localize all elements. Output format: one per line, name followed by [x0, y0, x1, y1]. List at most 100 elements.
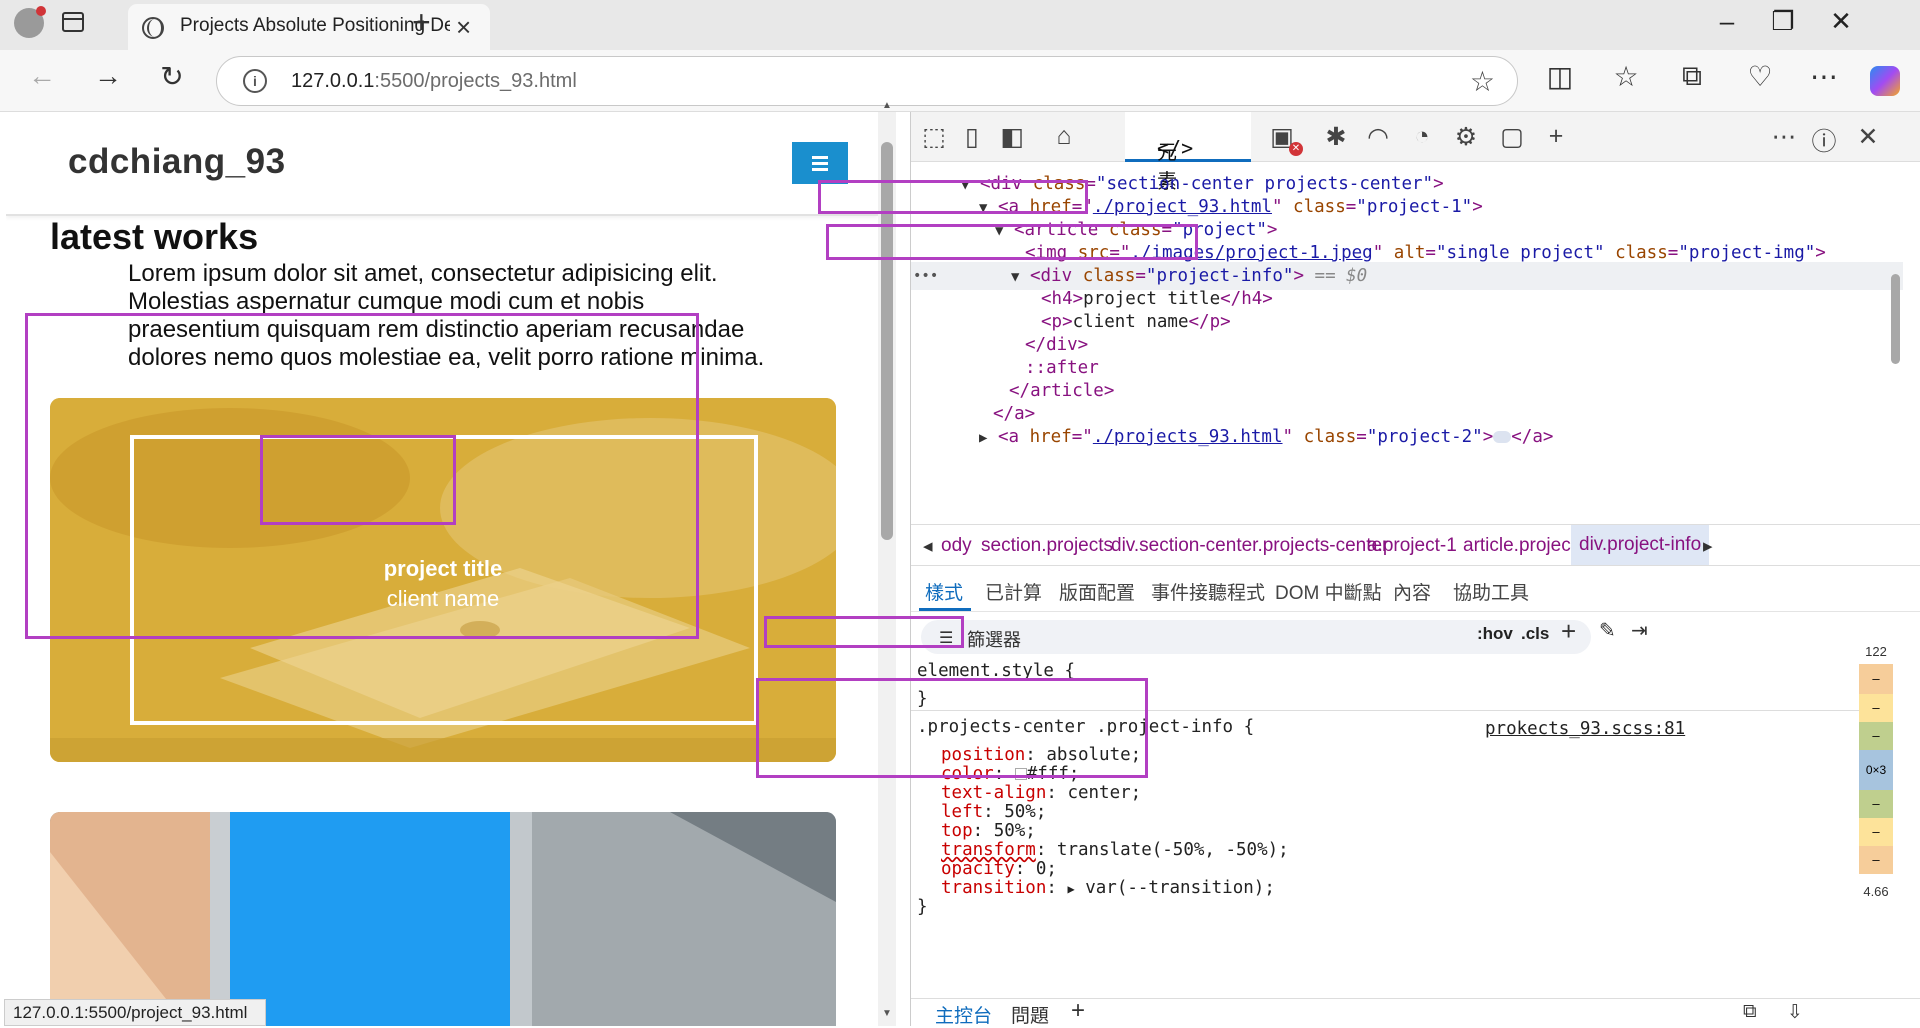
minimize-icon[interactable]: –	[1702, 6, 1752, 37]
tab-styles[interactable]: 樣式	[925, 578, 963, 605]
breadcrumb-prev-icon[interactable]: ◂	[923, 535, 933, 558]
breadcrumb-item[interactable]: div.section-center.projects-center	[1111, 535, 1388, 557]
dom-line[interactable]: ▶ <a href="./projects_93.html" class="pr…	[979, 423, 1553, 451]
tab-dom-breakpoints[interactable]: DOM 中斷點	[1275, 578, 1382, 605]
breadcrumb-item[interactable]: section.projects	[981, 535, 1113, 557]
tab-event-listeners[interactable]: 事件接聽程式	[1151, 578, 1265, 605]
dom-tree[interactable]: ▼ <div class="section-center projects-ce…	[911, 164, 1903, 524]
project-card-2[interactable]	[50, 812, 836, 1026]
styles-sub-tabs: 樣式 已計算 版面配置 事件接聽程式 DOM 中斷點 內容 協助工具	[911, 566, 1920, 612]
collections-icon[interactable]: ⧉	[1672, 60, 1712, 93]
more-tools-plus-icon[interactable]: +	[1535, 122, 1577, 151]
devtools-more-icon[interactable]: ⋯	[1763, 122, 1805, 152]
tab-computed[interactable]: 已計算	[985, 578, 1042, 605]
breadcrumb: ◂ ody section.projects div.section-cente…	[911, 524, 1920, 566]
section-heading: latest works	[50, 216, 259, 257]
favorite-star-icon[interactable]: ☆	[1470, 65, 1495, 98]
tab-properties[interactable]: 內容	[1393, 578, 1431, 605]
breadcrumb-next-icon[interactable]: ▸	[1703, 535, 1713, 558]
scroll-up-icon[interactable]: ▲	[882, 100, 892, 111]
annotation-project-info-outline	[260, 435, 456, 525]
cls-toggle[interactable]: .cls	[1521, 624, 1549, 644]
new-tab-button[interactable]: +	[412, 4, 431, 41]
split-screen-icon[interactable]: ◫	[1540, 60, 1580, 93]
new-style-rule-icon[interactable]: +	[1561, 616, 1576, 647]
box-model-strip: 122 – – – 0×3 – – – 4.66	[1859, 640, 1893, 1000]
globe-icon	[142, 17, 164, 39]
device-emulation-icon[interactable]: ▯	[951, 122, 993, 152]
element-state-brush-icon[interactable]: ✎	[1599, 618, 1616, 643]
dock-icon[interactable]: ◧	[991, 122, 1033, 152]
breadcrumb-item[interactable]: ody	[941, 535, 972, 557]
dom-scrollbar[interactable]	[1887, 164, 1903, 444]
reload-icon[interactable]: ↻	[152, 60, 192, 93]
active-tab-underline	[919, 608, 971, 611]
drawer-tab-bar: 主控台 問題 + ⧉ ⇩	[911, 997, 1920, 1028]
title-bar: Projects Absolute Positioning Demo × + –…	[0, 0, 1920, 50]
url-text[interactable]: 127.0.0.1:5500/projects_93.html	[291, 70, 577, 93]
tab-actions-icon[interactable]	[62, 12, 84, 32]
annotation-project-info-node-outline	[826, 224, 1198, 260]
site-info-icon[interactable]: i	[243, 69, 267, 93]
close-window-icon[interactable]: ✕	[1816, 6, 1866, 37]
annotation-centering-outline	[756, 678, 1148, 778]
tab-console[interactable]: 主控台	[935, 1001, 992, 1028]
tab-elements[interactable]: </> 元素	[1125, 112, 1251, 193]
toggle-sidebar-icon[interactable]: ⇥	[1631, 618, 1648, 643]
tab-layout[interactable]: 版面配置	[1059, 578, 1135, 605]
more-menu-icon[interactable]: ⋯	[1804, 60, 1844, 93]
browser-essentials-icon[interactable]: ♡	[1740, 60, 1780, 93]
brand-logo[interactable]: cdchiang_93	[68, 142, 286, 182]
padding-box: –	[1859, 722, 1893, 750]
navbar: cdchiang_93	[6, 112, 878, 216]
project-image-2	[50, 812, 836, 1026]
hov-toggle[interactable]: :hov	[1477, 624, 1513, 644]
scroll-down-icon[interactable]: ▼	[882, 1008, 892, 1019]
memory-chip-icon[interactable]: ⚙	[1445, 122, 1487, 152]
tab-title: Projects Absolute Positioning Demo	[180, 15, 450, 36]
help-icon[interactable]: ⓘ	[1803, 122, 1845, 158]
browser-tab[interactable]: Projects Absolute Positioning Demo ×	[128, 4, 490, 50]
back-icon[interactable]: ←	[22, 60, 62, 92]
margin-box-bottom: –	[1859, 846, 1893, 874]
add-drawer-tab-icon[interactable]: +	[1071, 997, 1085, 1025]
box-value: 4.66	[1863, 884, 1889, 899]
padding-box-bottom: –	[1859, 790, 1893, 818]
restore-icon[interactable]: ❐	[1758, 6, 1808, 37]
breadcrumb-item[interactable]: a.project-1	[1367, 535, 1457, 557]
sources-bug-icon[interactable]: ✱	[1315, 122, 1357, 152]
close-tab-icon[interactable]: ×	[456, 12, 471, 43]
devtools-tab-bar: ⬚ ▯ ◧ ⌂ </> 元素 ▣ ✕ ✱ ◠ ◔ ⚙ ▢ + ⋯ ⓘ ✕	[911, 112, 1920, 193]
tab-accessibility[interactable]: 協助工具	[1453, 578, 1529, 605]
border-box-bottom: –	[1859, 818, 1893, 846]
filter-placeholder: 篩選器	[967, 630, 1021, 650]
margin-box: –	[1859, 664, 1893, 694]
breadcrumb-item[interactable]: article.project	[1463, 535, 1576, 557]
content-box: 0×3	[1859, 750, 1893, 790]
forward-icon[interactable]: →	[88, 60, 128, 92]
close-devtools-icon[interactable]: ✕	[1847, 122, 1889, 152]
rule-close-brace: }	[917, 897, 928, 917]
box-value: 122	[1865, 644, 1887, 659]
breadcrumb-item-selected[interactable]: div.project-info	[1571, 525, 1710, 565]
style-prop-transition[interactable]: transition: ▶ var(--transition);	[941, 877, 1275, 899]
link-status-bar: 127.0.0.1:5500/project_93.html	[4, 999, 266, 1026]
favorites-icon[interactable]: ☆	[1606, 60, 1646, 93]
address-bar[interactable]: i 127.0.0.1:5500/projects_93.html ☆	[216, 56, 1518, 106]
annotation-position-outline	[764, 616, 964, 648]
annotation-article-outline	[818, 180, 1088, 214]
menu-toggle-button[interactable]	[792, 142, 848, 184]
collapse-drawer-icon[interactable]: ⇩	[1787, 1001, 1803, 1024]
rule-source-link[interactable]: prokects_93.scss:81	[1485, 718, 1685, 740]
welcome-home-icon[interactable]: ⌂	[1043, 122, 1085, 151]
error-badge-icon: ✕	[1289, 142, 1303, 156]
application-icon[interactable]: ▢	[1491, 122, 1533, 152]
tab-issues[interactable]: 問題	[1011, 1001, 1049, 1028]
profile-avatar[interactable]	[14, 6, 46, 38]
undock-drawer-icon[interactable]: ⧉	[1743, 1001, 1757, 1023]
border-box: –	[1859, 694, 1893, 722]
network-wifi-icon[interactable]: ◠	[1357, 122, 1399, 152]
inspect-icon[interactable]: ⬚	[913, 122, 955, 152]
copilot-icon[interactable]	[1870, 66, 1900, 96]
performance-gauge-icon[interactable]: ◔	[1401, 122, 1443, 151]
